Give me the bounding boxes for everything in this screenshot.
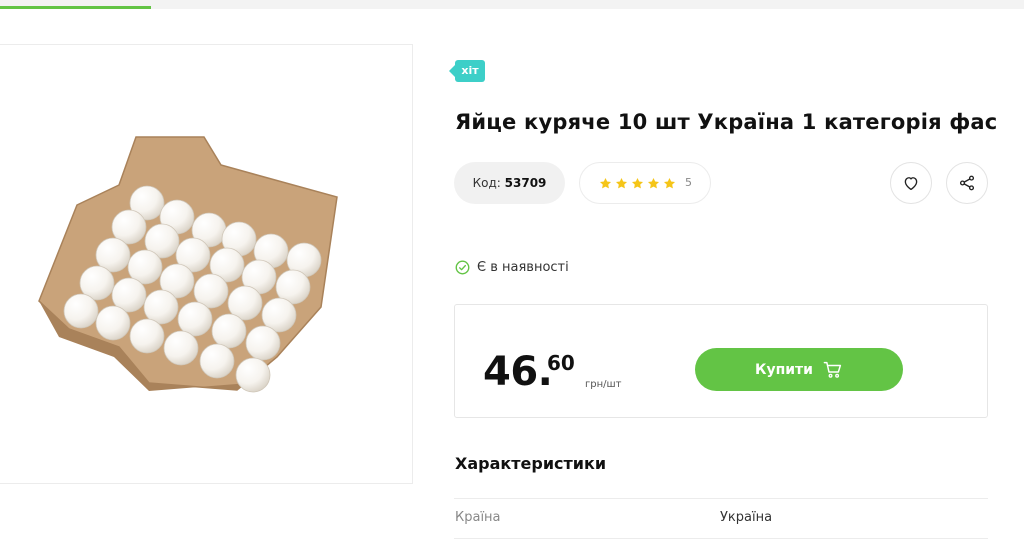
egg-tray-illustration: [38, 136, 338, 393]
price-unit: грн/шт: [585, 379, 622, 390]
price-box: 46. 60 грн/шт Купити: [454, 304, 988, 418]
characteristics-title: Характеристики: [455, 454, 607, 473]
cart-icon: [823, 361, 842, 378]
code-label: Код:: [472, 176, 501, 190]
progress-bar: [0, 6, 151, 9]
hit-badge: хіт: [449, 60, 485, 82]
stock-status: Є в наявності: [455, 260, 569, 275]
divider: [454, 498, 988, 499]
egg: [63, 293, 99, 329]
star-icon: [631, 177, 644, 189]
buy-label: Купити: [755, 361, 813, 378]
egg: [235, 357, 271, 393]
rating-count: 5: [685, 176, 692, 189]
product-image[interactable]: [0, 44, 413, 484]
divider: [454, 538, 988, 539]
price-fraction: 60: [547, 351, 575, 375]
spec-label-country: Країна: [455, 510, 501, 525]
egg: [199, 343, 235, 379]
code-value: 53709: [504, 176, 547, 190]
favorite-button[interactable]: [890, 162, 932, 204]
egg: [245, 325, 281, 361]
share-icon: [959, 175, 975, 191]
stock-text: Є в наявності: [477, 260, 569, 275]
star-icon: [599, 177, 612, 189]
egg: [129, 318, 165, 354]
rating-stars: [599, 177, 676, 190]
heart-icon: [904, 177, 918, 191]
buy-button[interactable]: Купити: [695, 348, 903, 391]
product-title: Яйце куряче 10 шт Україна 1 категорія фа…: [455, 110, 998, 134]
star-icon: [663, 177, 676, 189]
share-button[interactable]: [946, 162, 988, 204]
top-progress-strip: [0, 0, 1024, 9]
spec-value-country: Україна: [720, 510, 773, 525]
check-circle-icon: [455, 260, 470, 275]
star-icon: [647, 177, 660, 189]
rating-pill[interactable]: 5: [579, 162, 711, 204]
product-code: Код: 53709: [454, 162, 565, 204]
egg: [211, 313, 247, 349]
egg: [163, 330, 199, 366]
egg: [95, 305, 131, 341]
price-integer: 46.: [483, 349, 553, 395]
star-icon: [615, 177, 628, 189]
